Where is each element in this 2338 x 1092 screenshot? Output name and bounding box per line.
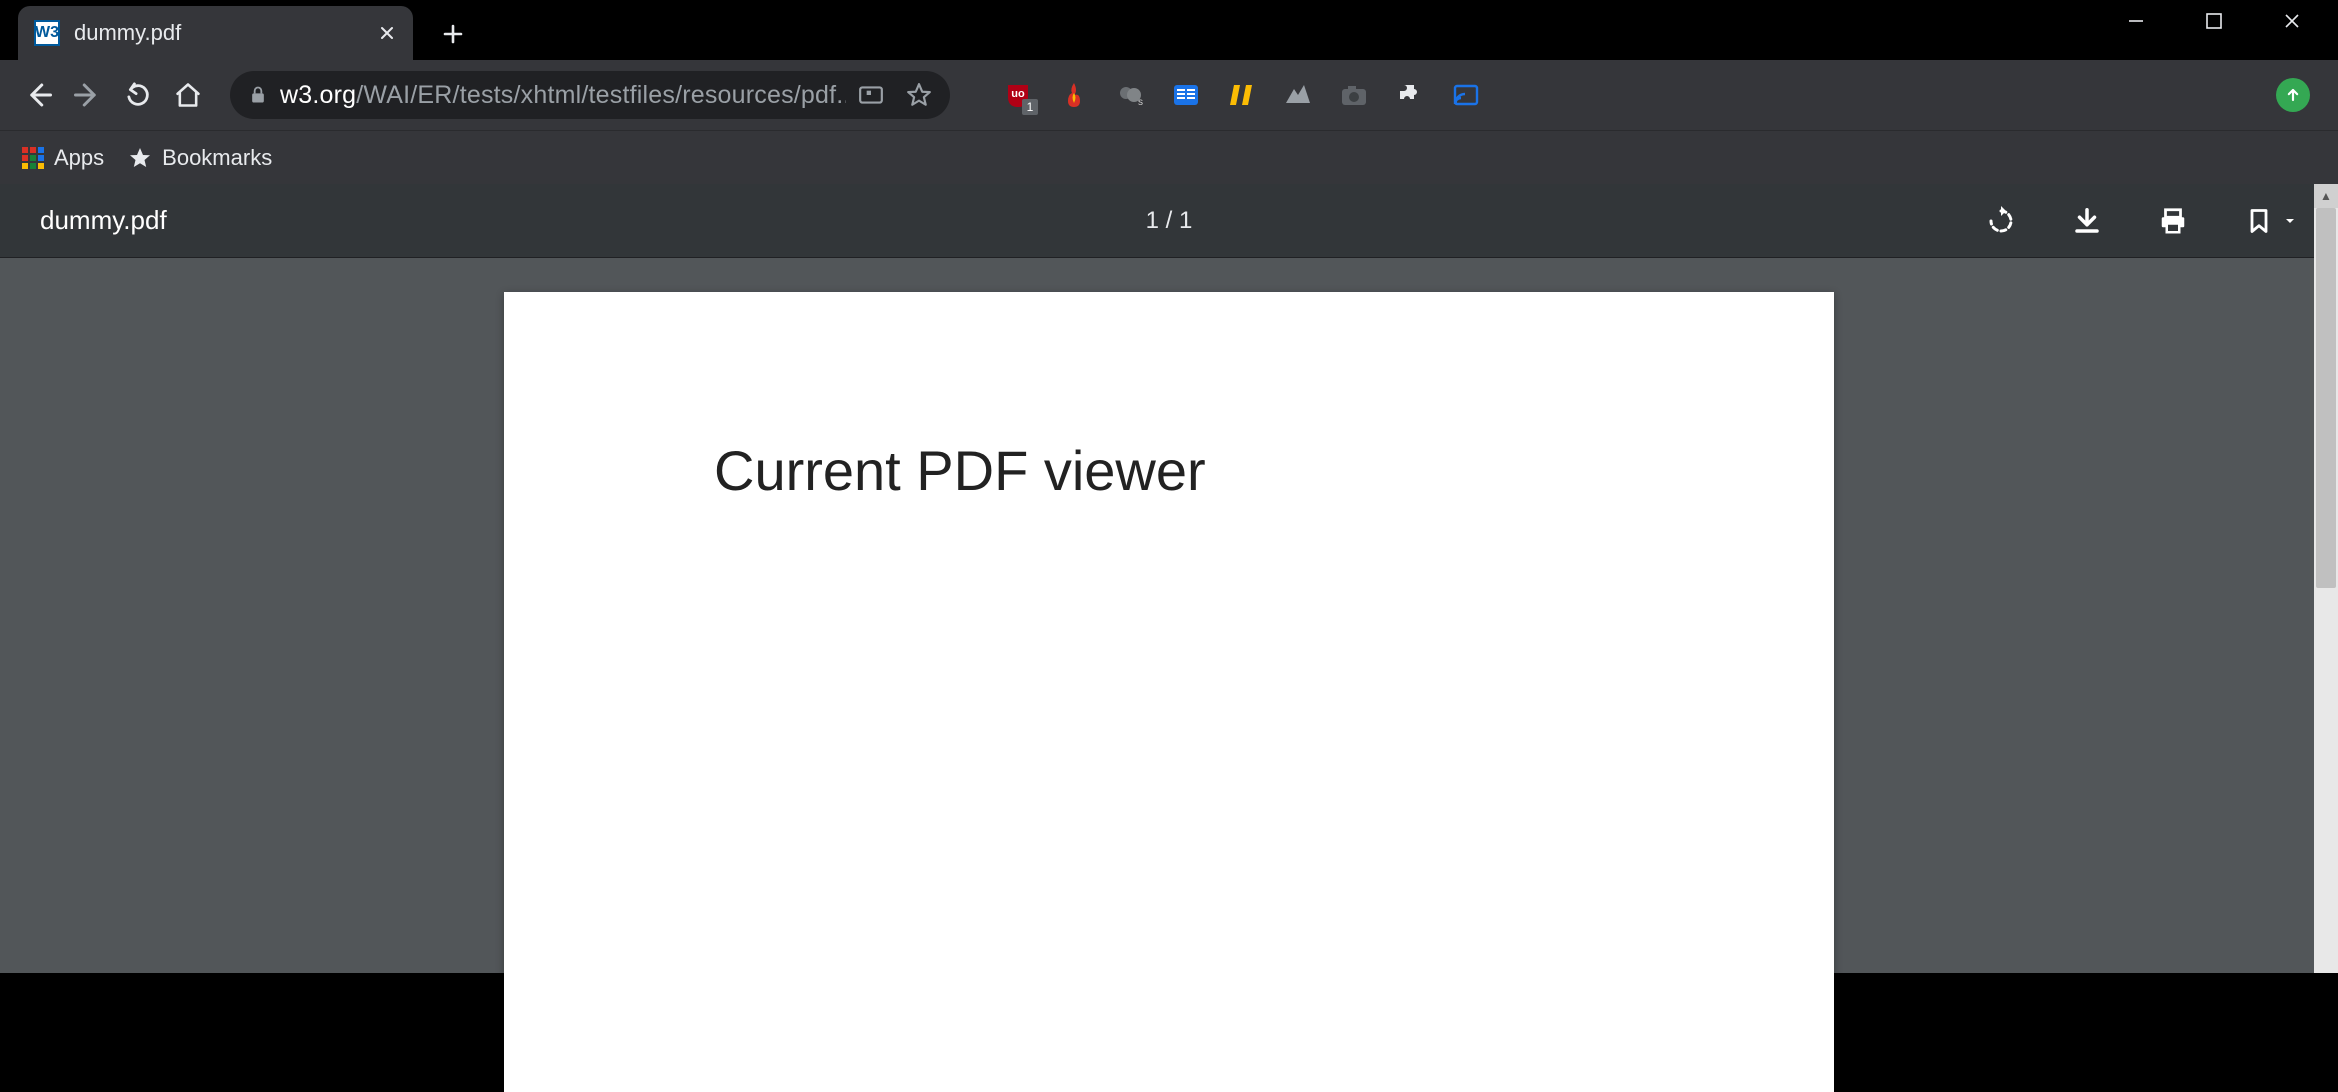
vertical-scrollbar[interactable]: ▲ [2314,184,2338,973]
mountain-extension-icon[interactable] [1284,81,1312,109]
rotate-button[interactable] [1986,206,2016,236]
back-button[interactable] [18,75,58,115]
extensions-puzzle-icon[interactable] [1396,81,1424,109]
tab-title: dummy.pdf [74,20,363,46]
cast-icon[interactable] [1452,81,1480,109]
bookmark-star-icon[interactable] [906,82,932,108]
gray-cloud-extension-icon[interactable]: s [1116,81,1144,109]
address-bar[interactable]: w3.org/WAI/ER/tests/xhtml/testfiles/reso… [230,71,950,119]
home-button[interactable] [168,75,208,115]
forward-button[interactable] [68,75,108,115]
url-text: w3.org/WAI/ER/tests/xhtml/testfiles/reso… [280,81,846,110]
svg-text:s: s [1138,97,1143,108]
pdf-actions [1986,206,2298,236]
pdf-page: Current PDF viewer [504,292,1834,1092]
maximize-button[interactable] [2204,11,2224,31]
pdf-toolbar: dummy.pdf 1 / 1 [0,184,2338,258]
apps-label: Apps [54,145,104,171]
reader-extension-icon[interactable] [1172,81,1200,109]
print-button[interactable] [2158,206,2188,236]
camera-extension-icon[interactable] [1340,81,1368,109]
pdf-bookmark-button[interactable] [2244,206,2274,236]
apps-shortcut[interactable]: Apps [22,145,104,171]
new-tab-button[interactable] [441,22,465,46]
close-window-button[interactable] [2282,11,2302,31]
bookmarks-shortcut[interactable]: Bookmarks [128,145,272,171]
ublock-extension-icon[interactable]: uo 1 [1004,81,1032,109]
lock-icon [248,85,268,105]
w3-favicon: W3 [34,20,60,46]
download-button[interactable] [2072,206,2102,236]
url-host: w3.org [280,81,356,109]
browser-toolbar: w3.org/WAI/ER/tests/xhtml/testfiles/reso… [0,60,2338,130]
yellow-bars-extension-icon[interactable] [1228,81,1256,109]
close-tab-button[interactable] [377,23,397,43]
star-icon [128,146,152,170]
flame-extension-icon[interactable] [1060,81,1088,109]
scroll-up-button[interactable]: ▲ [2314,184,2338,208]
profile-avatar[interactable] [2276,78,2310,112]
minimize-button[interactable] [2126,11,2146,31]
extension-badge: 1 [1022,99,1038,115]
pdf-viewport[interactable]: Current PDF viewer [0,258,2338,973]
bookmarks-bar: Apps Bookmarks [0,130,2338,184]
reload-button[interactable] [118,75,158,115]
window-controls [2126,0,2338,60]
pdf-filename: dummy.pdf [40,205,167,236]
install-app-icon[interactable] [858,82,884,108]
url-path: /WAI/ER/tests/xhtml/testfiles/resources/… [356,81,846,109]
browser-tab[interactable]: W3 dummy.pdf [18,6,413,60]
pdf-heading-text: Current PDF viewer [714,438,1206,503]
window-titlebar: W3 dummy.pdf [0,0,2338,60]
scroll-thumb[interactable] [2316,208,2336,588]
extensions-area: uo 1 s [1004,81,1480,109]
bookmarks-label: Bookmarks [162,145,272,171]
pdf-page-indicator[interactable]: 1 / 1 [1146,207,1193,235]
apps-grid-icon [22,147,44,169]
pdf-bookmark-dropdown[interactable] [2282,206,2298,236]
